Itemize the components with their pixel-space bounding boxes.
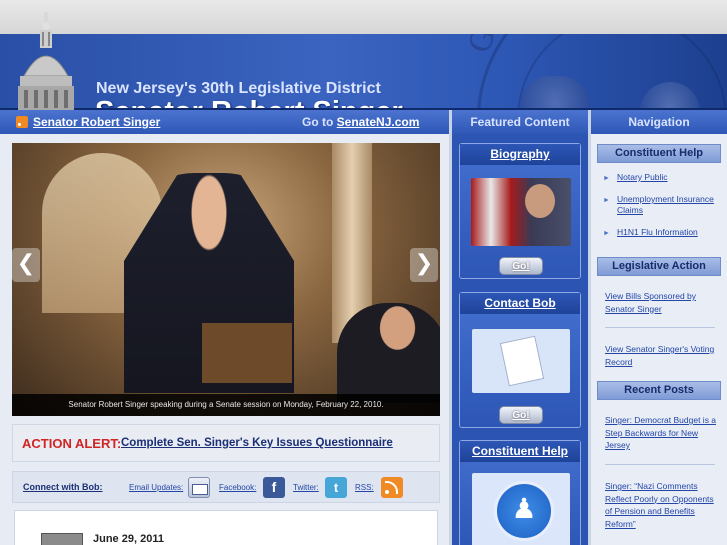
photo-slideshow[interactable]: ❮ ❯ Senator Robert Singer speaking durin… bbox=[12, 143, 440, 416]
goto-senatenj: Go to SenateNJ.com bbox=[302, 115, 419, 129]
rss-feed-icon[interactable] bbox=[381, 477, 403, 498]
bullet-arrow-icon: ► bbox=[603, 175, 610, 182]
nav-bills-sponsored[interactable]: View Bills Sponsored by Senator Singer bbox=[605, 290, 719, 315]
bullet-arrow-icon: ► bbox=[603, 230, 610, 237]
facebook-icon[interactable]: f bbox=[263, 477, 285, 498]
site-header: GREAT New Jersey's 30th Legislative Dist… bbox=[0, 34, 727, 110]
goto-prefix: Go to bbox=[302, 115, 334, 129]
nav-voting-record[interactable]: View Senator Singer's Voting Record bbox=[605, 343, 719, 368]
twitter-link[interactable]: Twitter: bbox=[293, 483, 319, 492]
recent-post-1[interactable]: Singer: Democrat Budget is a Step Backwa… bbox=[605, 414, 719, 452]
constituent-help-link[interactable]: Constituent Help bbox=[460, 441, 580, 462]
biography-link[interactable]: Biography bbox=[460, 144, 580, 165]
nav-divider bbox=[605, 464, 715, 465]
recent-post-title: Singer: Democrat Budget is a Step Backwa… bbox=[605, 415, 717, 450]
nav-heading-constituent-help: Constituent Help bbox=[597, 144, 721, 163]
senatenj-link[interactable]: SenateNJ.com bbox=[337, 115, 420, 129]
blog-post: June 29, 2011 bbox=[14, 510, 438, 545]
twitter-icon[interactable]: t bbox=[325, 477, 347, 498]
capitol-dome-logo bbox=[18, 12, 74, 110]
contact-bob-link[interactable]: Contact Bob bbox=[460, 293, 580, 314]
podium bbox=[202, 323, 292, 383]
navigation-heading: Navigation bbox=[591, 110, 727, 134]
main-header-bar: Senator Robert Singer Go to SenateNJ.com bbox=[0, 110, 449, 134]
connect-bar: Connect with Bob: Email Updates: Faceboo… bbox=[12, 471, 440, 503]
biography-go-button[interactable]: Go! bbox=[499, 257, 543, 275]
nav-bills-label: View Bills Sponsored by Senator Singer bbox=[605, 291, 697, 314]
nav-link-label: Unemployment Insurance Claims bbox=[617, 194, 714, 215]
accessibility-icon[interactable] bbox=[472, 473, 570, 545]
notepad-icon[interactable] bbox=[472, 329, 570, 393]
seated-figure bbox=[337, 303, 440, 403]
rss-icon[interactable] bbox=[16, 116, 28, 128]
constituent-help-list: ► Notary Public ► Unemployment Insurance C… bbox=[601, 172, 723, 238]
contact-go-button[interactable]: Go! bbox=[499, 406, 543, 424]
nav-voting-label: View Senator Singer's Voting Record bbox=[605, 344, 715, 367]
rss-link[interactable]: RSS: bbox=[355, 483, 374, 492]
slideshow-next-arrow-icon[interactable]: ❯ bbox=[410, 248, 438, 282]
featured-contact: Contact Bob Go! bbox=[459, 292, 581, 428]
featured-column: Biography Go! Contact Bob Go! Constituen… bbox=[452, 134, 588, 545]
featured-biography: Biography Go! bbox=[459, 143, 581, 279]
action-alert: ACTION ALERT: Complete Sen. Singer's Key… bbox=[12, 424, 440, 462]
featured-constituent-help: Constituent Help bbox=[459, 440, 581, 545]
nav-link-label: H1N1 Flu Information bbox=[617, 227, 698, 237]
recent-post-title: Singer: “Nazi Comments Reflect Poorly on… bbox=[605, 481, 714, 529]
action-alert-label: ACTION ALERT: bbox=[22, 436, 122, 451]
nav-heading-recent-posts: Recent Posts bbox=[597, 381, 721, 400]
bullet-arrow-icon: ► bbox=[603, 197, 610, 204]
connect-label: Connect with Bob: bbox=[23, 482, 103, 492]
nav-divider bbox=[605, 327, 715, 328]
main-column: ❮ ❯ Senator Robert Singer speaking durin… bbox=[0, 134, 449, 545]
slideshow-prev-arrow-icon[interactable]: ❮ bbox=[12, 248, 40, 282]
email-updates-link[interactable]: Email Updates: bbox=[129, 483, 183, 492]
nav-link-label: Notary Public bbox=[617, 172, 668, 182]
nav-heading-legislative-action: Legislative Action bbox=[597, 257, 721, 276]
email-icon[interactable] bbox=[188, 477, 210, 498]
senator-home-link[interactable]: Senator Robert Singer bbox=[33, 115, 160, 129]
slideshow-caption: Senator Robert Singer speaking during a … bbox=[12, 394, 440, 416]
post-thumbnail[interactable] bbox=[41, 533, 83, 545]
nav-link-h1n1[interactable]: ► H1N1 Flu Information bbox=[601, 227, 723, 238]
nav-link-unemployment[interactable]: ► Unemployment Insurance Claims bbox=[601, 194, 723, 216]
featured-content-heading: Featured Content bbox=[452, 110, 588, 134]
nav-link-notary-public[interactable]: ► Notary Public bbox=[601, 172, 723, 183]
post-date: June 29, 2011 bbox=[93, 533, 164, 545]
questionnaire-link[interactable]: Complete Sen. Singer's Key Issues Questi… bbox=[121, 437, 393, 449]
biography-photo[interactable] bbox=[471, 178, 571, 246]
header-title: Senator Robert Singer bbox=[95, 96, 403, 108]
navigation-column: Constituent Help ► Notary Public ► Unemplo… bbox=[591, 134, 727, 545]
recent-post-2[interactable]: Singer: “Nazi Comments Reflect Poorly on… bbox=[605, 480, 719, 530]
browser-top-strip bbox=[0, 0, 727, 34]
facebook-link[interactable]: Facebook: bbox=[219, 483, 256, 492]
